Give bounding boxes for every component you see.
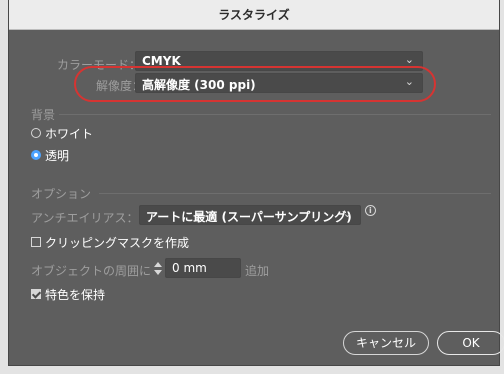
radio-white[interactable] (31, 128, 41, 138)
radio-transparent-label: 透明 (45, 149, 70, 163)
antialias-label: アンチエイリアス： (31, 211, 139, 225)
resolution-value: 高解像度 (300 ppi) (142, 78, 256, 92)
clipping-mask-checkbox[interactable] (31, 237, 41, 247)
surround-label: オブジェクトの周囲に (31, 264, 152, 278)
stepper-down-icon[interactable] (154, 270, 162, 275)
chevron-down-icon: ⌄ (342, 207, 352, 220)
surround-input[interactable]: 0 mm (165, 258, 241, 278)
stepper-icon[interactable] (153, 262, 163, 276)
info-icon[interactable]: i (365, 205, 376, 216)
radio-transparent[interactable] (31, 150, 41, 160)
stepper-up-icon[interactable] (154, 262, 162, 267)
divider (59, 114, 491, 115)
radio-white-label: ホワイト (45, 127, 94, 141)
dialog-title: ラスタライズ (218, 8, 290, 22)
preserve-spot-checkbox[interactable] (31, 289, 41, 299)
cancel-button[interactable]: キャンセル (343, 331, 429, 355)
chevron-down-icon: ⌄ (404, 75, 414, 88)
resolution-select[interactable]: 高解像度 (300 ppi) ⌄ (135, 73, 423, 93)
antialias-value: アートに最適 (スーパーサンプリング) (146, 210, 352, 224)
clipping-mask-label: クリッピングマスクを作成 (45, 236, 190, 250)
surround-suffix: 追加 (245, 264, 270, 278)
background-heading: 背景 (31, 108, 56, 122)
title-bar: ラスタライズ (9, 0, 499, 30)
options-heading: オプション (31, 187, 92, 201)
ok-button[interactable]: OK (437, 331, 504, 355)
divider (99, 193, 491, 194)
surround-value: 0 mm (172, 261, 207, 275)
chevron-down-icon: ⌄ (404, 53, 414, 66)
preserve-spot-label: 特色を保持 (45, 288, 106, 302)
rasterize-dialog: ラスタライズ カラーモード： CMYK ⌄ 解像度： 高解像度 (300 ppi… (8, 0, 504, 366)
antialias-select[interactable]: アートに最適 (スーパーサンプリング) ⌄ (139, 205, 361, 225)
